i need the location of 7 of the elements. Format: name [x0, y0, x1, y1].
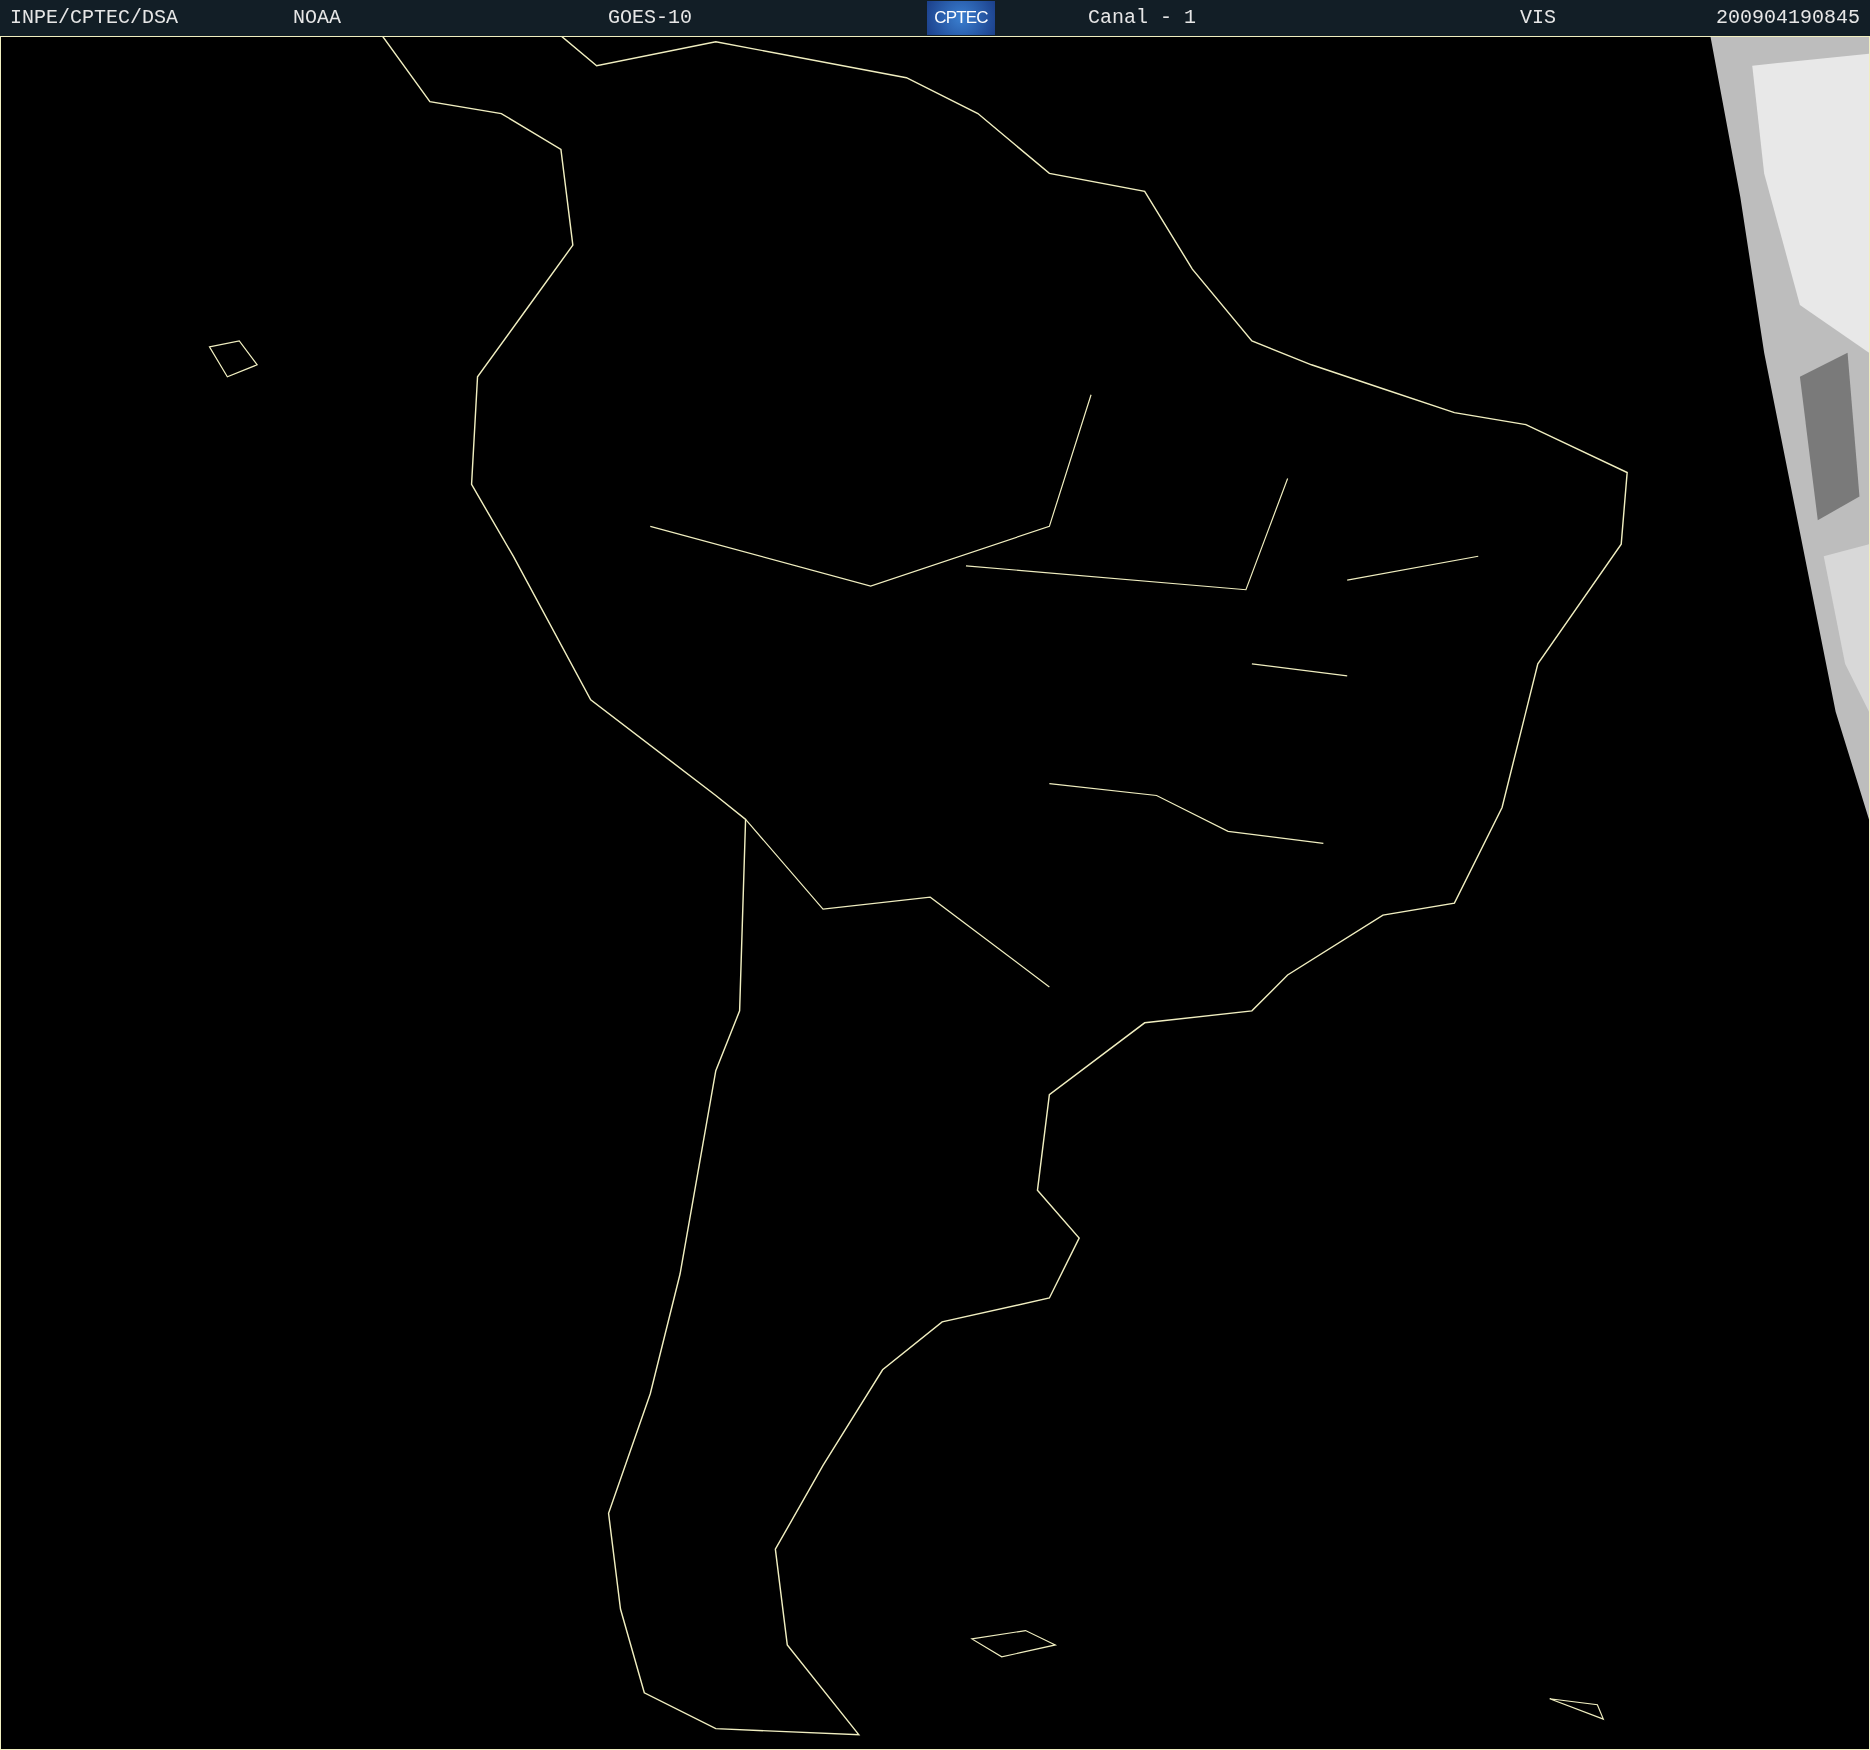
satellite-label: GOES-10 [608, 8, 692, 28]
channel-label: Canal - 1 [1088, 8, 1197, 28]
logo: CPTEC [927, 1, 995, 35]
timestamp-label: 200904190845 [1715, 8, 1860, 28]
band-label: VIS [1520, 8, 1556, 28]
agency-label: INPE/CPTEC/DSA [10, 8, 179, 28]
source-label: NOAA [293, 8, 341, 28]
